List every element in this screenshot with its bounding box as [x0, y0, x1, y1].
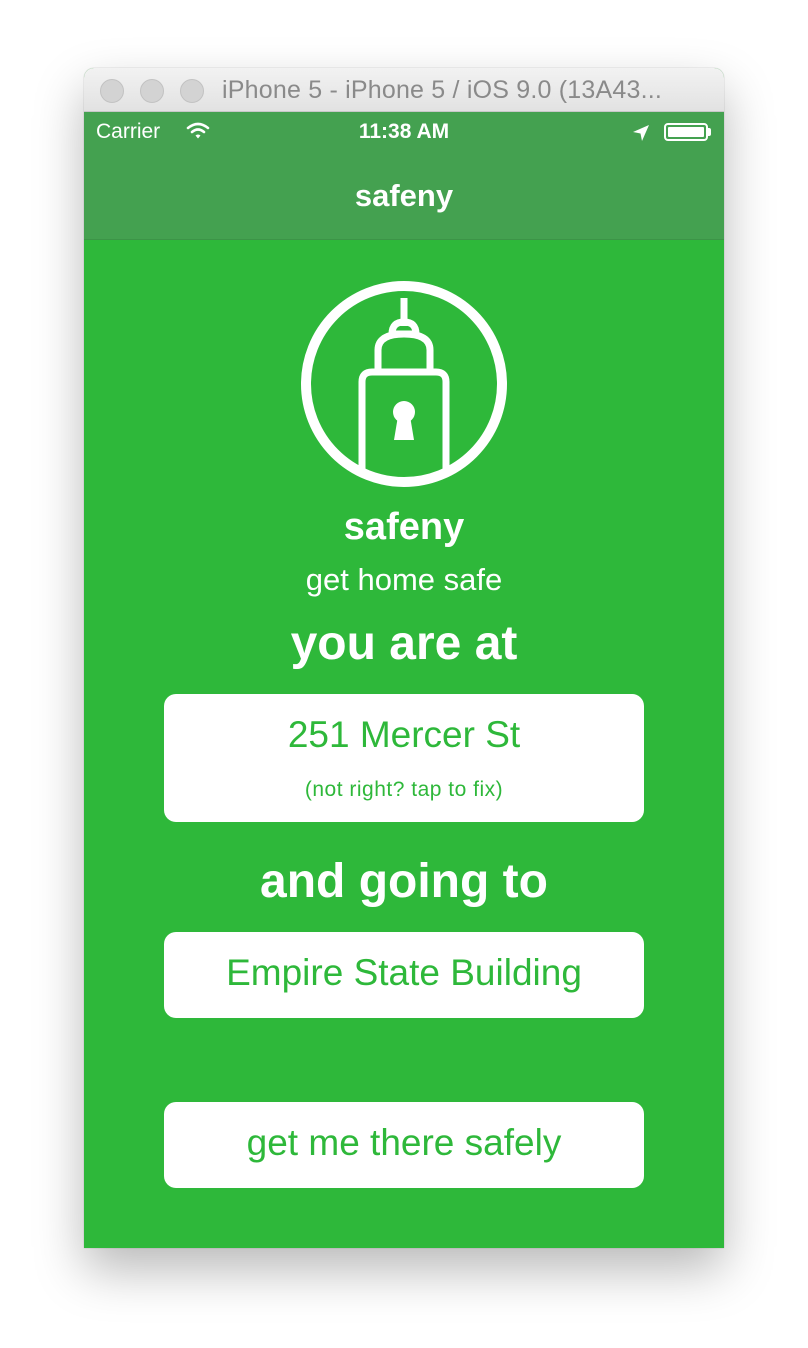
app-name: safeny [343, 506, 465, 548]
nav-title: safeny [354, 178, 454, 213]
fix-location-hint: (not right? tap to fix) [304, 778, 504, 801]
navigation-bar: safeny [84, 152, 724, 240]
status-bar: Carrier 11:38 AM [84, 112, 724, 152]
building-keyhole-logo [301, 281, 507, 487]
current-address: 251 Mercer St [287, 714, 521, 755]
simulator-window: iPhone 5 - iPhone 5 / iOS 9.0 (13A43... … [84, 68, 724, 1248]
destination-heading: and going to [260, 855, 548, 908]
tagline: get home safe [305, 562, 503, 597]
window-titlebar: iPhone 5 - iPhone 5 / iOS 9.0 (13A43... [84, 68, 724, 112]
current-location-button[interactable]: 251 Mercer St (not right? tap to fix) [164, 694, 644, 822]
zoom-window-button[interactable] [180, 79, 204, 103]
destination-name: Empire State Building [226, 952, 582, 993]
battery-tip-icon [708, 128, 711, 136]
get-me-there-button[interactable]: get me there safely [164, 1102, 644, 1188]
origin-heading: you are at [290, 617, 518, 670]
minimize-window-button[interactable] [140, 79, 164, 103]
close-window-button[interactable] [100, 79, 124, 103]
get-me-there-label: get me there safely [246, 1122, 562, 1163]
destination-button[interactable]: Empire State Building [164, 932, 644, 1018]
status-time: 11:38 AM [358, 120, 450, 143]
location-arrow-icon [633, 125, 649, 141]
battery-icon [664, 123, 708, 141]
window-title: iPhone 5 - iPhone 5 / iOS 9.0 (13A43... [222, 76, 663, 104]
